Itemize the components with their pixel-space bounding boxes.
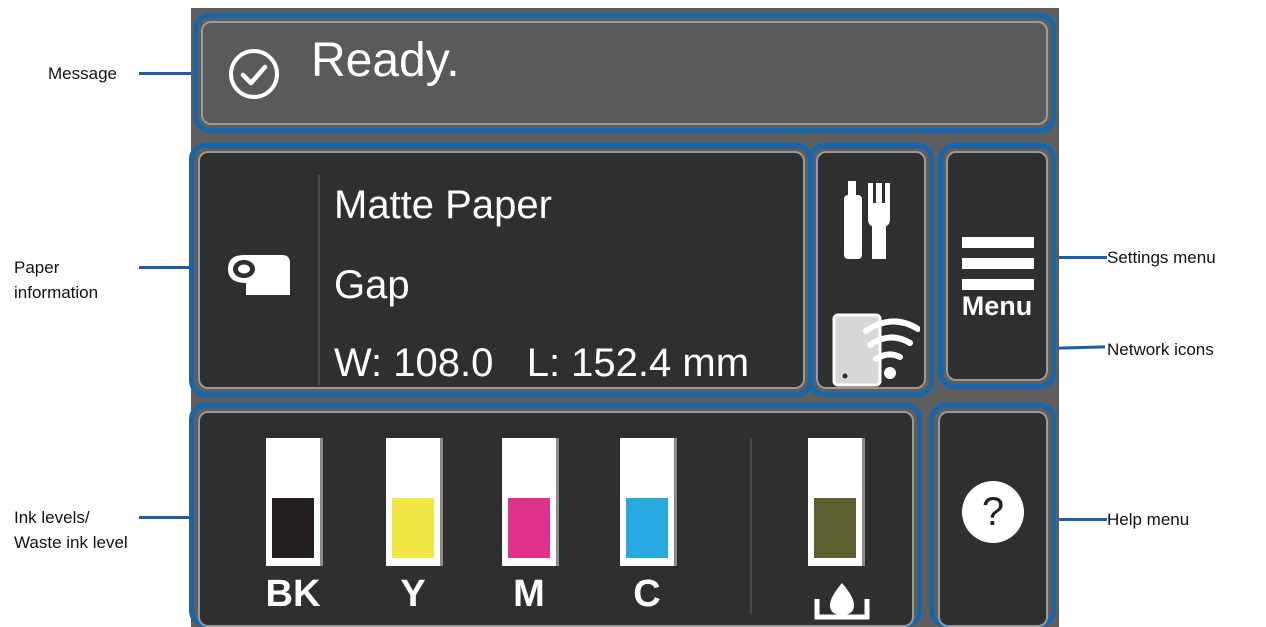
settings-menu-button[interactable]: Menu: [946, 151, 1048, 381]
hamburger-menu-icon: [962, 237, 1034, 290]
waste-ink-level: [808, 438, 865, 566]
paper-info-panel[interactable]: Matte Paper Gap W: 108.0 L: 152.4 mm: [198, 151, 805, 389]
annotation-network-icons: Network icons: [1107, 340, 1214, 359]
paper-divider: [318, 175, 320, 385]
annotation-line-paper: [139, 266, 196, 269]
menu-label: Menu: [961, 291, 1033, 321]
annotation-ink-levels: Ink levels/ Waste ink level: [14, 505, 128, 555]
annotation-line-help: [1051, 518, 1107, 521]
ink-level-y: [386, 438, 443, 566]
annotation-line-ink: [139, 516, 196, 519]
ink-fill-m: [508, 498, 550, 558]
ink-label-c: C: [633, 573, 661, 615]
ink-level-c: [620, 438, 677, 566]
paper-roll-icon: [228, 255, 290, 295]
annotation-paper-information: Paper information: [14, 255, 98, 305]
ink-divider: [750, 438, 752, 613]
annotation-help-menu: Help menu: [1107, 510, 1190, 529]
network-panel[interactable]: [816, 151, 926, 389]
ink-level-m: [502, 438, 559, 566]
wireless-direct-icon: [832, 313, 920, 387]
ink-fill-c: [626, 498, 668, 558]
annotation-line-message: [139, 72, 196, 75]
paper-type: Gap: [334, 263, 410, 307]
annotation-ink-line1: Ink levels/: [14, 508, 90, 527]
annotation-paper-line2: information: [14, 283, 99, 302]
ink-label-bk: BK: [265, 573, 321, 615]
status-message: Ready.: [311, 34, 460, 87]
waste-ink-drop-icon: [814, 583, 870, 620]
annotation-message: Message: [48, 64, 117, 83]
wired-network-icon: [844, 181, 890, 259]
ink-fill-bk: [272, 498, 314, 558]
ink-label-m: M: [513, 573, 545, 615]
message-bar: Ready.: [201, 21, 1048, 125]
annotation-paper-line1: Paper: [14, 258, 60, 277]
annotation-settings-menu: Settings menu: [1107, 248, 1216, 267]
paper-name: Matte Paper: [334, 183, 552, 227]
ink-fill-y: [392, 498, 434, 558]
annotation-ink-line2: Waste ink level: [14, 533, 128, 552]
ink-label-y: Y: [400, 573, 426, 615]
check-circle-icon: [229, 49, 279, 99]
paper-size: W: 108.0 L: 152.4 mm: [334, 341, 750, 385]
question-icon: ?: [962, 481, 1024, 543]
help-menu-button[interactable]: ?: [938, 411, 1048, 627]
ink-levels-panel[interactable]: BK Y M C: [198, 411, 914, 627]
annotation-line-settings: [1051, 256, 1107, 259]
waste-ink-fill: [814, 498, 856, 558]
ink-level-bk: [266, 438, 323, 566]
